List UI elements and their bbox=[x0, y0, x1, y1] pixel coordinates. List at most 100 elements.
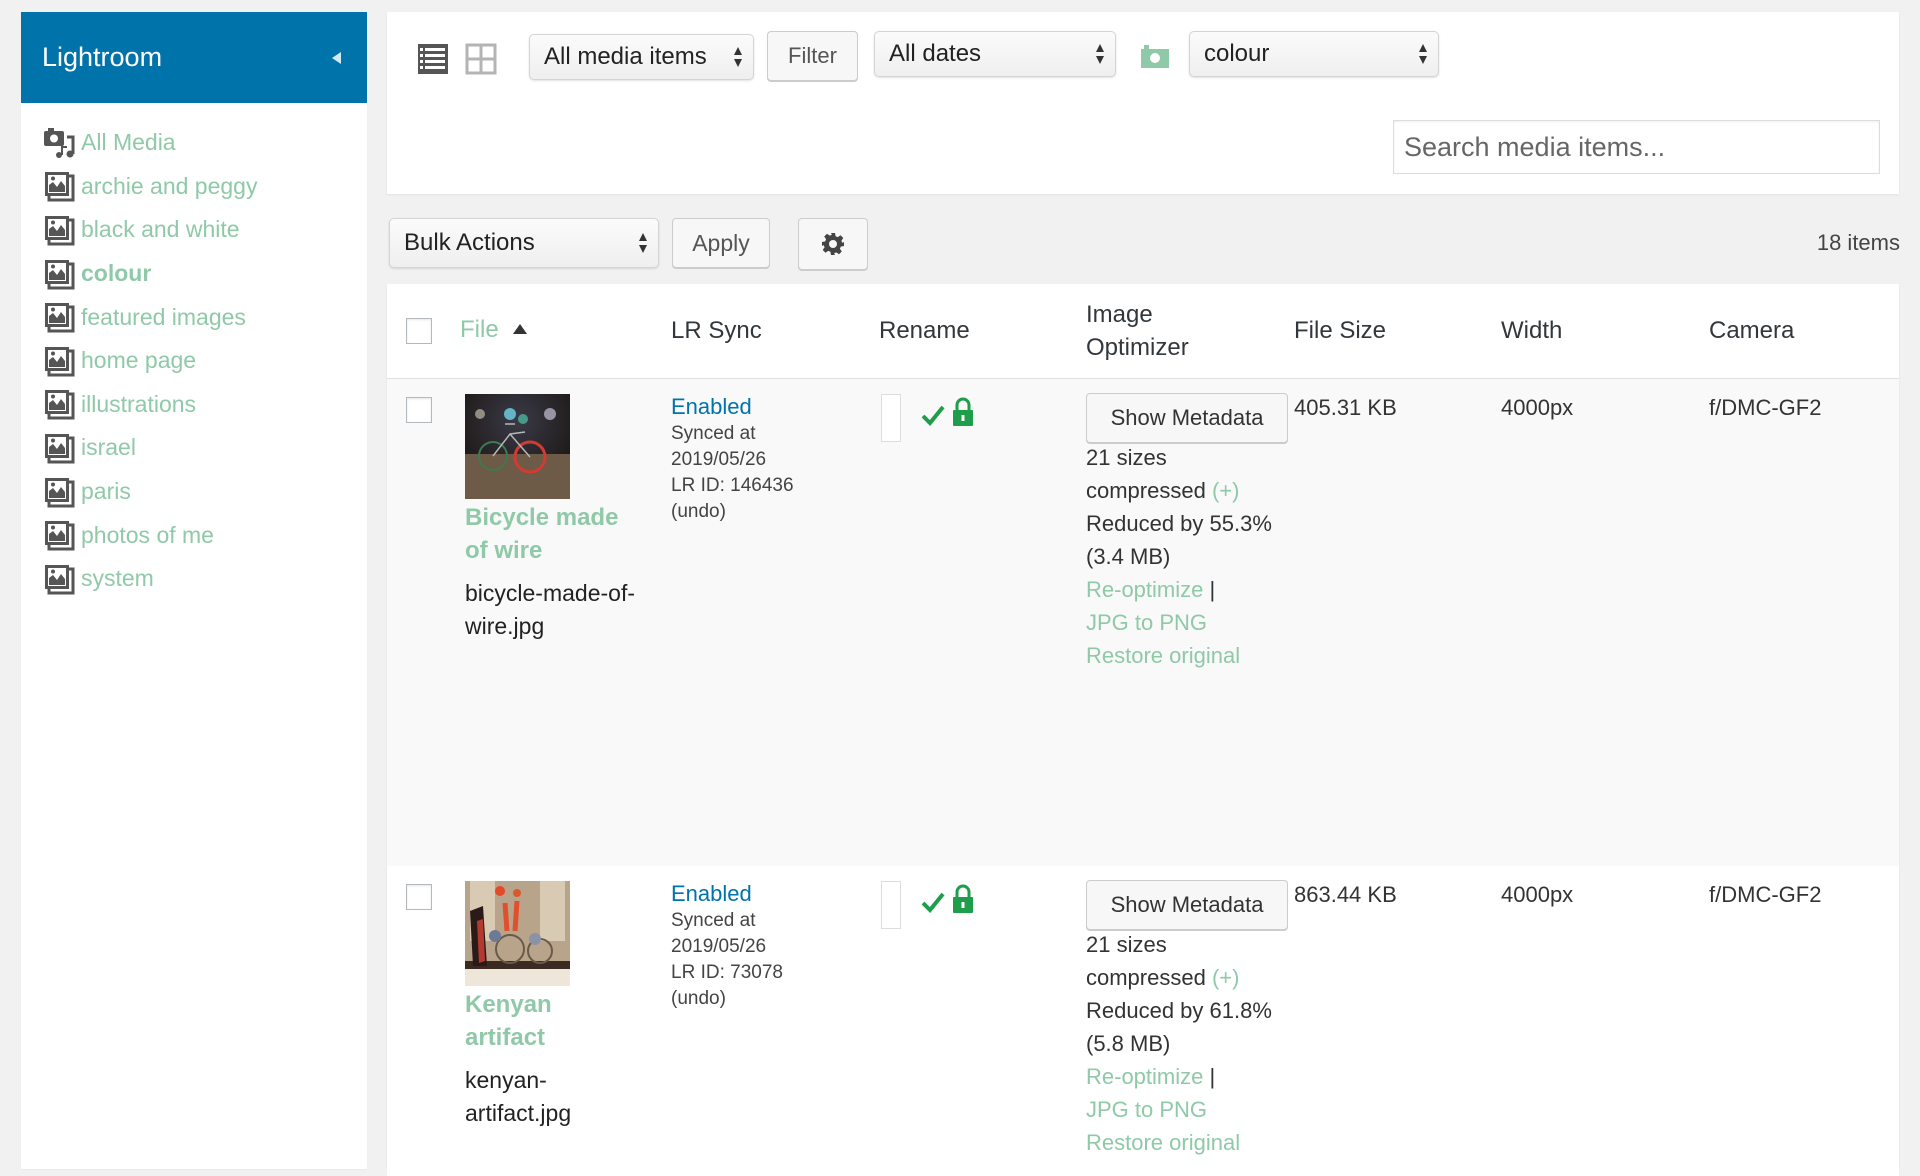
image-width: 4000px bbox=[1501, 395, 1574, 420]
media-title-link[interactable]: Kenyan artifact bbox=[465, 988, 635, 1054]
check-icon bbox=[921, 405, 945, 426]
undo-link[interactable]: (undo) bbox=[671, 499, 831, 525]
apply-button[interactable]: Apply bbox=[672, 218, 770, 268]
undo-link[interactable]: (undo) bbox=[671, 986, 831, 1012]
restore-original-link[interactable]: Restore original bbox=[1086, 639, 1286, 672]
sidebar-item-label: All Media bbox=[81, 129, 176, 156]
camera: f/DMC-GF2 bbox=[1709, 395, 1822, 420]
column-image-optimizer-line1: Image bbox=[1086, 301, 1153, 328]
bicycle-thumbnail[interactable] bbox=[465, 394, 570, 499]
row-checkbox[interactable] bbox=[406, 397, 432, 423]
sidebar-title: Lightroom bbox=[42, 42, 163, 72]
gallery-icon bbox=[45, 303, 75, 333]
gallery-icon bbox=[45, 477, 75, 508]
synced-label: Synced at bbox=[671, 423, 756, 444]
gallery-icon bbox=[45, 564, 75, 595]
link-separator: | bbox=[1209, 577, 1216, 602]
jpg-to-png-link[interactable]: JPG to PNG bbox=[1086, 1093, 1286, 1126]
sidebar-header[interactable]: Lightroom bbox=[21, 12, 367, 103]
collapse-arrow-icon[interactable] bbox=[332, 51, 341, 64]
collection-select[interactable]: colour bbox=[1189, 31, 1439, 77]
date-value: All dates bbox=[889, 40, 982, 67]
table-header: File LR Sync Rename Image Optimizer File… bbox=[387, 284, 1899, 379]
show-metadata-button[interactable]: Show Metadata bbox=[1086, 393, 1288, 443]
column-file-size: File Size bbox=[1294, 317, 1387, 344]
table-row: Bicycle made of wire bicycle-made-of-wir… bbox=[387, 379, 1899, 866]
lr-sync-enabled-link[interactable]: Enabled bbox=[671, 393, 831, 421]
table-row: Kenyan artifact kenyan-artifact.jpg Enab… bbox=[387, 866, 1899, 1176]
gallery-icon bbox=[45, 346, 75, 377]
sidebar-item-home-page[interactable]: home page bbox=[43, 339, 367, 383]
sidebar-item-israel[interactable]: israel bbox=[43, 426, 367, 470]
camera: f/DMC-GF2 bbox=[1709, 882, 1822, 907]
settings-button[interactable] bbox=[798, 218, 868, 270]
sizes-compressed: 21 sizes compressed bbox=[1086, 932, 1206, 990]
column-file[interactable]: File bbox=[460, 316, 528, 344]
jpg-to-png-link[interactable]: JPG to PNG bbox=[1086, 606, 1286, 639]
date-select[interactable]: All dates bbox=[874, 31, 1116, 77]
reoptimize-link[interactable]: Re-optimize bbox=[1086, 577, 1203, 602]
sidebar-item-label: system bbox=[81, 565, 154, 592]
sidebar-item-label: israel bbox=[81, 434, 136, 461]
filter-button[interactable]: Filter bbox=[767, 31, 858, 81]
sidebar-item-label: archie and peggy bbox=[81, 172, 258, 199]
kenyan-artifact-thumbnail[interactable] bbox=[465, 881, 570, 986]
sidebar-item-system[interactable]: system bbox=[43, 557, 367, 601]
optimizer-info: 21 sizes compressed (+) Reduced by 55.3%… bbox=[1086, 441, 1286, 672]
sidebar-item-label: illustrations bbox=[81, 390, 197, 417]
sidebar-item-paris[interactable]: paris bbox=[43, 470, 367, 514]
media-filename: kenyan-artifact.jpg bbox=[465, 1067, 572, 1126]
gallery-icon bbox=[45, 433, 75, 464]
show-metadata-button[interactable]: Show Metadata bbox=[1086, 880, 1288, 930]
check-icon bbox=[921, 892, 945, 913]
gallery-icon bbox=[45, 521, 75, 551]
sidebar-item-colour[interactable]: colour bbox=[43, 252, 367, 296]
optimizer-info: 21 sizes compressed (+) Reduced by 61.8%… bbox=[1086, 928, 1286, 1159]
sidebar-item-label: featured images bbox=[81, 303, 246, 330]
column-image-optimizer: Image Optimizer bbox=[1086, 298, 1189, 364]
expand-sizes-link[interactable]: (+) bbox=[1212, 965, 1240, 990]
reduced-by: Reduced by 55.3% (3.4 MB) bbox=[1086, 511, 1272, 569]
media-type-select[interactable]: All media items bbox=[529, 34, 754, 80]
gallery-icon bbox=[45, 215, 75, 246]
list-view-icon[interactable] bbox=[417, 43, 449, 75]
file-size: 405.31 KB bbox=[1294, 395, 1397, 420]
file-size: 863.44 KB bbox=[1294, 882, 1397, 907]
media-title-link[interactable]: Bicycle made of wire bbox=[465, 501, 635, 567]
items-count: 18 items bbox=[1816, 230, 1900, 255]
search-media-input[interactable] bbox=[1393, 120, 1880, 174]
lr-id: LR ID: 73078 bbox=[671, 962, 783, 983]
column-width: Width bbox=[1501, 317, 1563, 344]
reduced-by: Reduced by 61.8% (5.8 MB) bbox=[1086, 998, 1272, 1056]
link-separator: | bbox=[1209, 1064, 1216, 1089]
restore-original-link[interactable]: Restore original bbox=[1086, 1126, 1286, 1159]
bulk-actions-select[interactable]: Bulk Actions bbox=[389, 218, 659, 268]
sidebar-item-label: photos of me bbox=[81, 521, 214, 548]
sort-ascending-icon bbox=[513, 324, 528, 334]
sidebar-item-featured-images[interactable]: featured images bbox=[43, 295, 367, 339]
sidebar-item-label: colour bbox=[81, 260, 152, 287]
rename-field[interactable] bbox=[881, 881, 901, 929]
sidebar-item-black-and-white[interactable]: black and white bbox=[43, 208, 367, 252]
select-all-checkbox[interactable] bbox=[406, 318, 432, 344]
sidebar-item-all-media[interactable]: All Media bbox=[43, 121, 367, 165]
lock-icon[interactable] bbox=[952, 397, 974, 427]
lr-id: LR ID: 146436 bbox=[671, 475, 794, 496]
reoptimize-link[interactable]: Re-optimize bbox=[1086, 1064, 1203, 1089]
row-checkbox[interactable] bbox=[406, 884, 432, 910]
sidebar-item-illustrations[interactable]: illustrations bbox=[43, 383, 367, 427]
synced-label: Synced at bbox=[671, 910, 756, 931]
rename-field[interactable] bbox=[881, 394, 901, 442]
grid-view-icon[interactable] bbox=[465, 43, 497, 75]
bulk-actions-value: Bulk Actions bbox=[404, 229, 535, 256]
lr-sync-enabled-link[interactable]: Enabled bbox=[671, 880, 831, 908]
sidebar-item-archie-and-peggy[interactable]: archie and peggy bbox=[43, 165, 367, 209]
expand-sizes-link[interactable]: (+) bbox=[1212, 478, 1240, 503]
lock-icon[interactable] bbox=[952, 884, 974, 914]
sidebar-item-photos-of-me[interactable]: photos of me bbox=[43, 513, 367, 557]
sidebar-item-label: paris bbox=[81, 478, 131, 505]
column-image-optimizer-line2: Optimizer bbox=[1086, 334, 1189, 361]
media-filter-panel: All media items Filter All dates colour bbox=[387, 12, 1899, 194]
media-table: File LR Sync Rename Image Optimizer File… bbox=[387, 284, 1899, 1176]
media-filename: bicycle-made-of-wire.jpg bbox=[465, 580, 635, 639]
